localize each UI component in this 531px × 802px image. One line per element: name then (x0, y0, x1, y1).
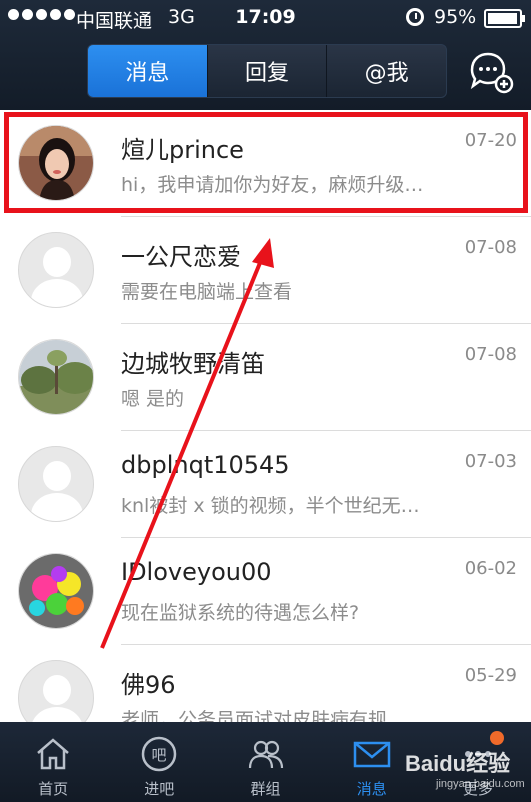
nav-groups[interactable]: 群组 (212, 722, 318, 802)
nav-messages-label: 消息 (356, 780, 387, 798)
message-date: 07-08 (464, 344, 517, 365)
nav-home[interactable]: 首页 (0, 722, 106, 802)
message-preview: knl被封 x 锁的视频，半个世纪无… (121, 495, 420, 517)
battery-percent: 95% (434, 6, 477, 28)
group-icon (248, 740, 283, 769)
list-item[interactable]: 佛96 05-29 老师，公务员面试对皮肤病有规 (0, 645, 531, 722)
avatar (18, 553, 94, 629)
message-date: 07-08 (464, 237, 517, 258)
tab-replies[interactable]: 回复 (206, 45, 327, 97)
message-date: 06-02 (464, 558, 517, 579)
message-date: 05-29 (464, 665, 517, 686)
default-user-icon (18, 660, 94, 722)
message-list: 煊儿prince 07-20 hi，我申请加你为好友，麻烦升级… 一公尺恋爱 0… (0, 110, 531, 722)
sender-name: 边城牧野清笛 (121, 350, 265, 378)
default-user-icon (18, 446, 94, 522)
chat-plus-icon[interactable] (466, 50, 514, 94)
nav-enter-bar[interactable]: 吧 进吧 (106, 722, 212, 802)
top-bar: 中国联通 3G 17:09 95% 消息 回复 @我 (0, 0, 531, 110)
watermark-logo: Baidu经验 (405, 751, 511, 776)
enter-bar-icon: 吧 (142, 736, 177, 772)
list-item[interactable]: 煊儿prince 07-20 hi，我申请加你为好友，麻烦升级… (0, 110, 531, 217)
battery-icon (484, 9, 525, 28)
nav-groups-label: 群组 (250, 780, 281, 798)
sender-name: 煊儿prince (121, 136, 244, 164)
list-item[interactable]: dbplnqt10545 07-03 knl被封 x 锁的视频，半个世纪无… (0, 431, 531, 538)
watermark-url: jingyan.baidu.com (436, 778, 525, 790)
message-preview: 需要在电脑端上查看 (121, 281, 293, 303)
list-item[interactable]: 一公尺恋爱 07-08 需要在电脑端上查看 (0, 217, 531, 324)
svg-text:吧: 吧 (152, 746, 167, 764)
default-user-icon (18, 232, 94, 308)
message-preview: 老师，公务员面试对皮肤病有规 (121, 709, 388, 722)
nav-home-label: 首页 (38, 780, 69, 798)
list-item[interactable]: 边城牧野清笛 07-08 嗯 是的 (0, 324, 531, 431)
avatar (18, 125, 94, 201)
nav-enter-bar-label: 进吧 (144, 780, 175, 798)
status-bar: 中国联通 3G 17:09 95% (0, 0, 531, 36)
segmented-tabs: 消息 回复 @我 (87, 44, 447, 98)
sender-name: IDloveyou00 (121, 558, 272, 586)
message-preview: 嗯 是的 (121, 388, 185, 410)
sender-name: dbplnqt10545 (121, 451, 290, 479)
message-date: 07-03 (464, 451, 517, 472)
avatar (18, 339, 94, 415)
tab-messages[interactable]: 消息 (88, 45, 207, 97)
message-preview: hi，我申请加你为好友，麻烦升级… (121, 174, 424, 196)
tab-mentions[interactable]: @我 (326, 45, 446, 97)
mail-icon (353, 741, 390, 768)
home-icon (37, 738, 69, 770)
list-item[interactable]: IDloveyou00 06-02 现在监狱系统的待遇怎么样? (0, 538, 531, 645)
alarm-icon (406, 8, 424, 26)
notification-badge (490, 731, 504, 745)
sender-name: 一公尺恋爱 (121, 243, 241, 271)
sender-name: 佛96 (121, 671, 176, 699)
message-preview: 现在监狱系统的待遇怎么样? (121, 602, 360, 624)
message-date: 07-20 (464, 130, 517, 151)
